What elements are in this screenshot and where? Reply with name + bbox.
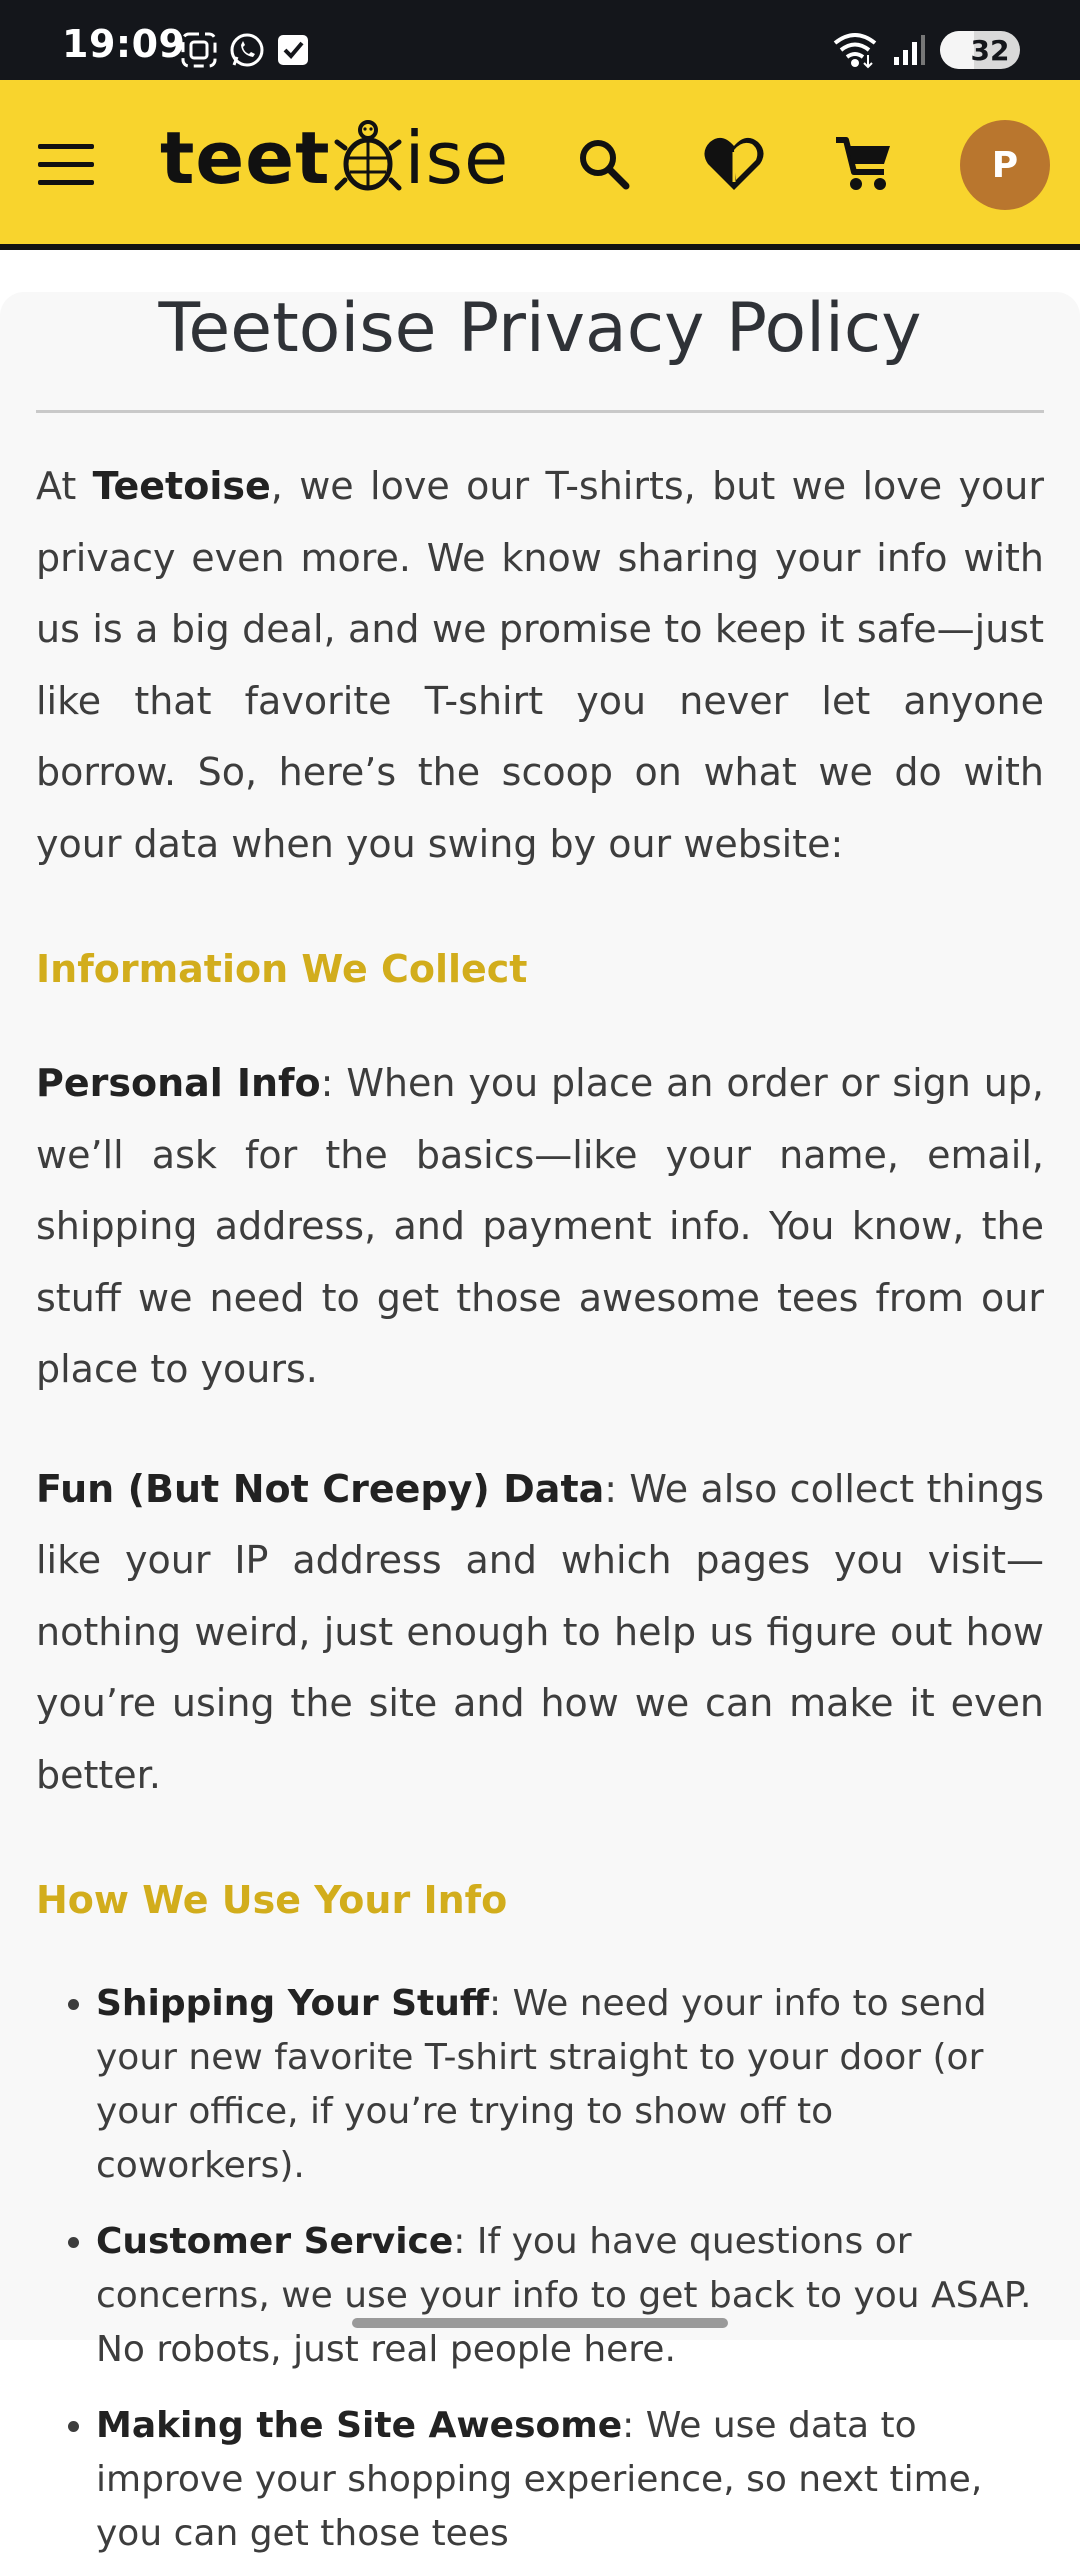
profile-avatar[interactable]: P xyxy=(960,120,1050,210)
section-heading-information-we-collect: Information We Collect xyxy=(36,947,528,991)
battery-icon: 32 xyxy=(940,31,1020,69)
fun-data-paragraph: Fun (But Not Creepy) Data: We also colle… xyxy=(36,1454,1044,1812)
status-bar: 19:09 32 xyxy=(0,0,1080,80)
section-heading-how-we-use-your-info: How We Use Your Info xyxy=(36,1878,508,1922)
turtle-logo-icon xyxy=(334,120,401,191)
list-item: Making the Site Awesome: We use data to … xyxy=(96,2399,1044,2561)
intro-brand: Teetoise xyxy=(92,464,271,508)
wifi-icon xyxy=(833,33,877,69)
title-divider xyxy=(36,410,1044,413)
status-system-icons: 32 xyxy=(832,28,1020,72)
menu-button[interactable] xyxy=(38,144,94,186)
screenshot-icon xyxy=(181,32,217,68)
personal-info-paragraph: Personal Info: When you place an order o… xyxy=(36,1048,1044,1406)
intro-paragraph: At Teetoise, we love our T-shirts, but w… xyxy=(36,451,1044,880)
menu-icon-bar xyxy=(38,180,94,185)
home-gesture-bar[interactable] xyxy=(352,2318,728,2328)
list-item-label: Making the Site Awesome xyxy=(96,2405,623,2446)
personal-info-text: : When you place an order or sign up, we… xyxy=(36,1061,1045,1391)
heart-icon xyxy=(704,137,764,190)
cart-button[interactable] xyxy=(824,124,904,204)
whatsapp-icon xyxy=(230,33,264,67)
list-item-label: Shipping Your Stuff xyxy=(96,1983,490,2024)
info-use-list: Shipping Your Stuff: We need your info t… xyxy=(36,1977,1044,2561)
logo-text-end: ise xyxy=(404,116,510,200)
battery-level: 32 xyxy=(970,33,1010,67)
menu-icon-bar xyxy=(38,144,94,149)
intro-prefix: At xyxy=(36,464,93,508)
fun-data-text: : We also collect things like your IP ad… xyxy=(36,1466,1044,1797)
status-time: 19:09 xyxy=(62,22,186,66)
list-item: Customer Service: If you have questions … xyxy=(96,2215,1044,2377)
privacy-policy-content: Teetoise Privacy Policy At Teetoise, we … xyxy=(0,289,1080,2554)
fun-data-label: Fun (But Not Creepy) Data xyxy=(36,1466,605,1511)
page-title: Teetoise Privacy Policy xyxy=(158,289,922,368)
personal-info-label: Personal Info xyxy=(36,1061,321,1105)
checkbox-notification-icon xyxy=(278,35,308,65)
list-item: Shipping Your Stuff: We need your info t… xyxy=(96,1977,1044,2193)
list-item-label: Customer Service xyxy=(96,2221,454,2262)
status-notification-icons xyxy=(180,30,310,70)
menu-icon-bar xyxy=(38,162,94,167)
logo-text-start: teet xyxy=(160,116,331,200)
intro-text: , we love our T-shirts, but we love your… xyxy=(36,464,1044,866)
cart-icon xyxy=(836,137,890,190)
signal-icon xyxy=(894,35,925,65)
avatar-letter: P xyxy=(991,144,1019,186)
app-header: teet ise P xyxy=(0,80,1080,250)
search-icon xyxy=(580,140,630,190)
teetoise-logo[interactable]: teet ise xyxy=(160,116,509,200)
search-button[interactable] xyxy=(564,124,644,204)
wishlist-button[interactable] xyxy=(694,124,774,204)
